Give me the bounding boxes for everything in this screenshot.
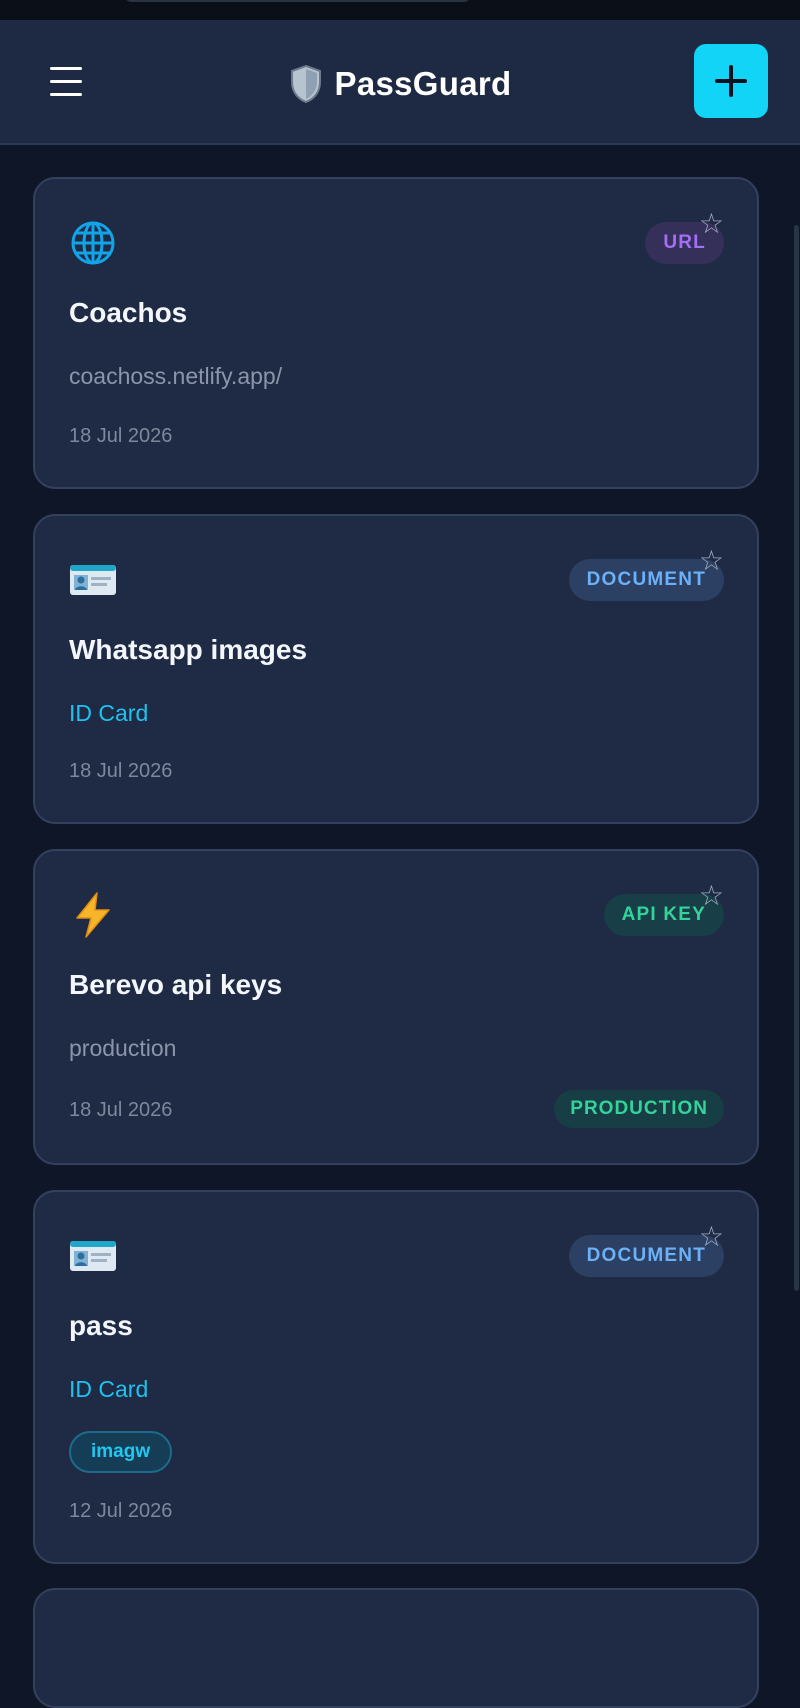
vault-item-card[interactable]: DOCUMENT ☆ Whatsapp images ID Card 18 Ju…	[33, 514, 759, 824]
lightning-icon	[69, 891, 117, 939]
favorite-star-icon[interactable]: ☆	[699, 210, 724, 238]
app-title: PassGuard	[334, 65, 512, 102]
item-date: 18 Jul 2026	[69, 760, 173, 782]
item-subtitle: ID Card	[69, 700, 149, 726]
item-title: pass	[69, 1310, 133, 1341]
item-date: 18 Jul 2026	[69, 1099, 173, 1121]
app-header: PassGuard	[0, 20, 800, 145]
camera-notch	[125, 0, 470, 2]
item-title: Whatsapp images	[69, 634, 308, 665]
globe-icon	[69, 219, 117, 267]
vault-item-card[interactable]: API KEY ☆ Berevo api keys production 18 …	[33, 849, 759, 1165]
brand: PassGuard	[0, 56, 800, 112]
vault-item-card[interactable]: URL ☆ Coachos coachoss.netlify.app/ 18 J…	[33, 177, 759, 489]
tag-chip[interactable]: imagw	[69, 1431, 173, 1473]
item-subtitle: coachoss.netlify.app/	[69, 363, 283, 389]
id-card-icon	[69, 556, 117, 604]
scrollbar[interactable]	[794, 225, 799, 1291]
item-date: 12 Jul 2026	[69, 1500, 173, 1522]
item-title: Berevo api keys	[69, 969, 283, 1000]
item-date: 18 Jul 2026	[69, 425, 173, 447]
vault-item-card[interactable]	[33, 1588, 759, 1708]
favorite-star-icon[interactable]: ☆	[699, 882, 724, 910]
add-item-button[interactable]	[694, 44, 768, 118]
favorite-star-icon[interactable]: ☆	[699, 1223, 724, 1251]
id-card-icon	[69, 1232, 117, 1280]
shield-icon	[290, 64, 321, 104]
favorite-star-icon[interactable]: ☆	[699, 547, 724, 575]
item-subtitle: ID Card	[69, 1376, 149, 1402]
environment-badge: PRODUCTION	[554, 1090, 724, 1128]
item-subtitle: production	[69, 1035, 177, 1061]
item-title: Coachos	[69, 297, 188, 328]
vault-item-card[interactable]: DOCUMENT ☆ pass ID Card imagw 12 Jul 202…	[33, 1190, 759, 1564]
status-strip	[0, 0, 800, 20]
